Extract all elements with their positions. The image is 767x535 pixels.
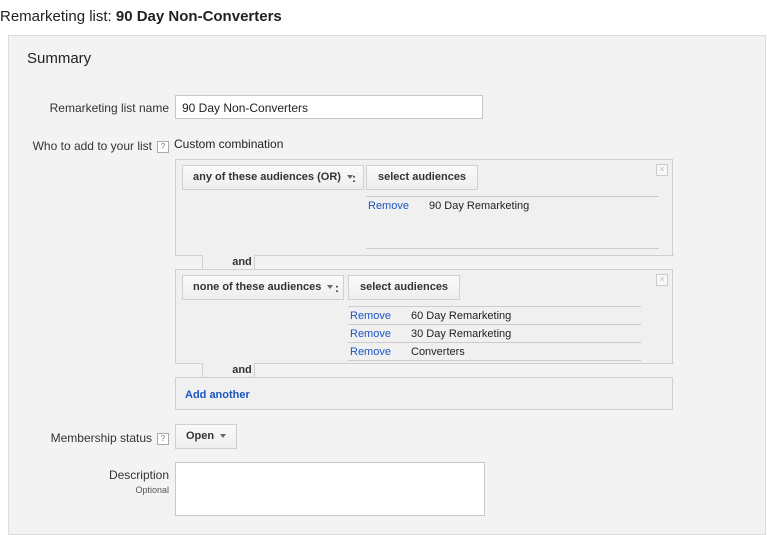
summary-heading: Summary [27, 50, 92, 67]
remove-link[interactable]: Remove [350, 346, 391, 358]
audience-group-2: none of these audiences : select audienc… [175, 269, 673, 364]
list-name-label: Remarketing list name [49, 101, 169, 115]
description-textarea[interactable] [175, 462, 485, 516]
page-title: Remarketing list: 90 Day Non-Converters [0, 8, 282, 25]
add-another-link[interactable]: Add another [185, 389, 250, 401]
group-1-close-icon[interactable]: × [656, 164, 668, 176]
group-2-colon: : [335, 281, 339, 295]
group-1-colon: : [352, 171, 356, 185]
membership-label: Membership status [50, 431, 152, 445]
audience-name: 90 Day Remarketing [429, 200, 530, 212]
list-name-input[interactable]: 90 Day Non-Converters [175, 95, 483, 119]
chevron-down-icon [220, 434, 227, 439]
and-rule-1 [254, 255, 674, 270]
audience-name: 30 Day Remarketing [411, 328, 512, 340]
description-optional-note: Optional [135, 485, 169, 495]
group-1-select-audiences-button[interactable]: select audiences [366, 165, 479, 190]
audience-name: Converters [411, 346, 465, 358]
remove-link[interactable]: Remove [350, 328, 391, 340]
group-2-audience-list: Remove 60 Day Remarketing Remove 30 Day … [348, 306, 641, 361]
page-title-list-name: 90 Day Non-Converters [115, 8, 282, 25]
help-icon[interactable]: ? [157, 140, 169, 153]
who-to-add-label-row: Who to add to your list? [33, 139, 169, 153]
remove-link[interactable]: Remove [368, 200, 409, 212]
audience-name: 60 Day Remarketing [411, 310, 512, 322]
description-label: Description [108, 468, 169, 482]
group-2-select-audiences-button[interactable]: select audiences [348, 275, 461, 300]
group-2-operator-label: none of these audiences [193, 281, 322, 293]
membership-label-row: Membership status? [51, 431, 169, 445]
group-2-close-icon[interactable]: × [656, 274, 668, 286]
page-title-prefix: Remarketing list: [0, 8, 112, 25]
chevron-down-icon [327, 285, 334, 290]
group-2-operator-dropdown[interactable]: none of these audiences [182, 275, 345, 300]
combination-mode: Custom combination [174, 137, 284, 151]
list-item: Remove Converters [348, 342, 641, 360]
list-item: Remove 60 Day Remarketing [348, 306, 641, 324]
group-1-operator-dropdown[interactable]: any of these audiences (OR) [182, 165, 364, 190]
list-divider [348, 360, 641, 361]
membership-status-dropdown[interactable]: Open [175, 424, 238, 449]
remove-link[interactable]: Remove [350, 310, 391, 322]
membership-status-value: Open [186, 430, 215, 442]
list-item: Remove 30 Day Remarketing [348, 324, 641, 342]
help-icon[interactable]: ? [157, 432, 169, 445]
group-1-operator-label: any of these audiences (OR) [193, 171, 341, 183]
audience-group-1: any of these audiences (OR) : select aud… [175, 159, 673, 256]
summary-panel: Summary Remarketing list name 90 Day Non… [8, 35, 766, 535]
list-divider [366, 248, 659, 249]
who-to-add-label: Who to add to your list [32, 139, 152, 153]
group-1-audience-list: Remove 90 Day Remarketing [366, 196, 659, 249]
and-rule-2 [254, 363, 674, 378]
list-item: Remove 90 Day Remarketing [366, 196, 659, 214]
